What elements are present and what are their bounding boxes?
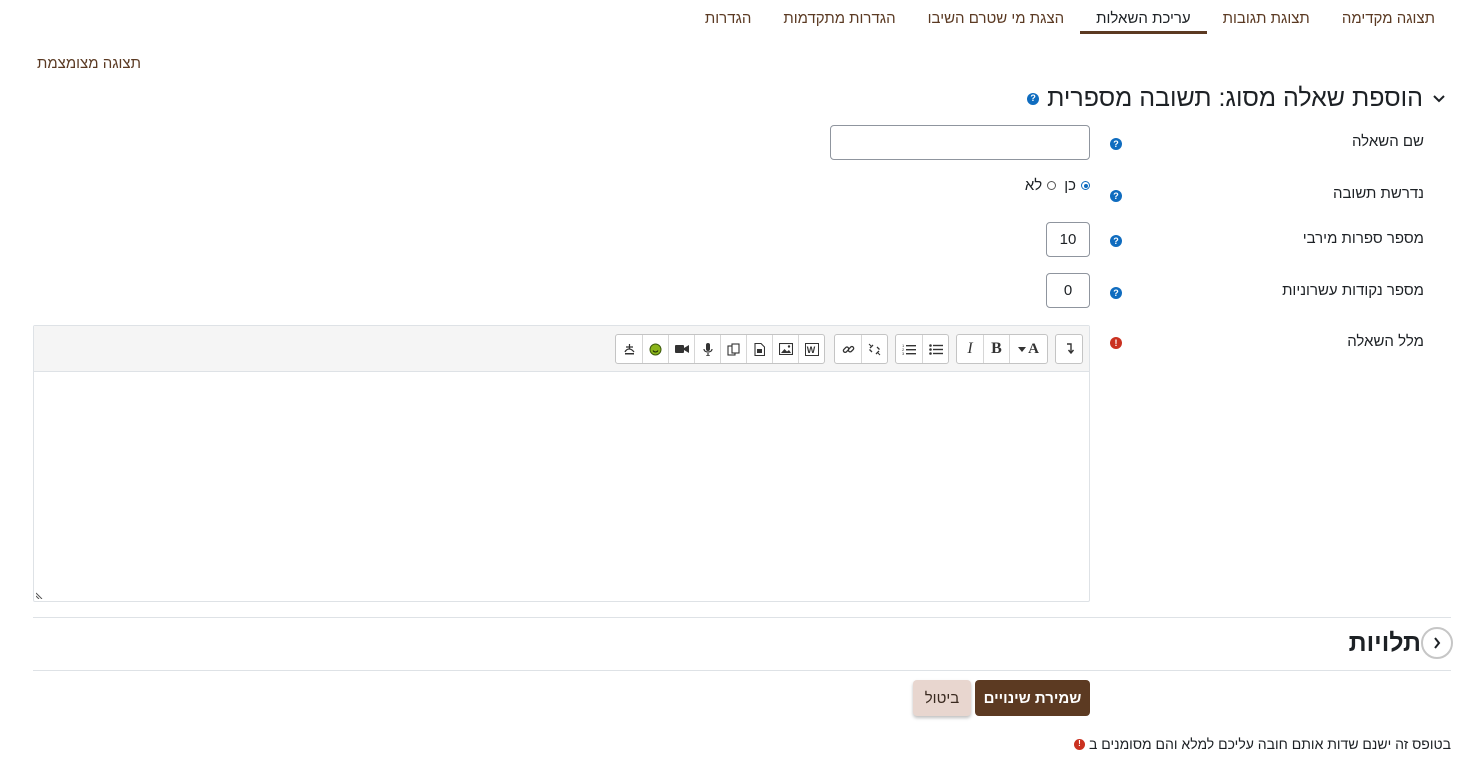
divider [33, 617, 1451, 618]
dependencies-section-header[interactable]: תלויות [1349, 627, 1453, 659]
required-fields-note: בטופס זה ישנם שדות אותם חובה עליכם למלא … [1074, 736, 1451, 752]
save-changes-button[interactable]: שמירת שינויים [975, 680, 1090, 716]
editor-content-area[interactable] [34, 372, 1089, 601]
help-icon[interactable]: ? [1027, 92, 1040, 105]
tab-preview[interactable]: תצוגה מקדימה [1326, 0, 1451, 36]
chevron-down-icon[interactable] [1431, 91, 1447, 107]
editor-toolbar: I B A 123 W [34, 326, 1089, 372]
italic-icon[interactable]: I [957, 335, 983, 363]
copy-icon[interactable] [720, 335, 746, 363]
unordered-list-icon[interactable] [922, 335, 948, 363]
radio-no[interactable] [1047, 181, 1057, 190]
section-header[interactable]: הוספת שאלה מסוג: תשובה מספרית ? [1027, 84, 1447, 113]
toolbar-group-lists: 123 [895, 334, 949, 364]
radio-yes[interactable] [1081, 181, 1090, 190]
decimal-places-input[interactable] [1046, 273, 1090, 308]
required-radio-group: כן לא [1025, 177, 1090, 194]
svg-text:3: 3 [902, 351, 905, 355]
link-icon[interactable] [835, 335, 861, 363]
required-no-option[interactable]: לא [1024, 177, 1057, 194]
tab-responses[interactable]: תצוגת תגובות [1207, 0, 1326, 36]
image-icon[interactable] [772, 335, 798, 363]
divider [33, 670, 1451, 671]
show-more-buttons-icon[interactable] [1056, 335, 1082, 363]
required-note-text: בטופס זה ישנם שדות אותם חובה עליכם למלא … [1089, 736, 1451, 752]
question-text-label: מלל השאלה [1347, 333, 1424, 350]
max-digits-input[interactable] [1046, 222, 1090, 257]
tab-non-respondents[interactable]: הצגת מי שטרם השיבו [912, 0, 1081, 36]
file-embed-icon[interactable] [746, 335, 772, 363]
required-yes-option[interactable]: כן [1064, 177, 1090, 194]
tab-settings[interactable]: הגדרות [689, 0, 767, 36]
accessibility-checker-icon[interactable] [616, 335, 642, 363]
resize-handle-icon[interactable] [36, 591, 44, 599]
bold-icon[interactable]: B [983, 335, 1009, 363]
required-icon: ! [1110, 337, 1122, 349]
record-video-icon[interactable] [668, 335, 694, 363]
tabs-nav: תצוגה מקדימה תצוגת תגובות עריכת השאלות ה… [689, 0, 1451, 36]
question-name-input[interactable] [830, 125, 1090, 160]
section-title: הוספת שאלה מסוג: תשובה מספרית [1047, 84, 1423, 112]
dependencies-title: תלויות [1348, 628, 1421, 657]
tab-advanced-settings[interactable]: הגדרות מתקדמות [767, 0, 911, 36]
ordered-list-icon[interactable]: 123 [896, 335, 922, 363]
toolbar-group-style: I B A [956, 334, 1048, 364]
toolbar-group-links [834, 334, 888, 364]
wiris-formula-icon[interactable]: W [798, 335, 824, 363]
decimal-places-label: מספר נקודות עשרוניות [1282, 282, 1424, 299]
rich-text-editor: I B A 123 W [33, 325, 1090, 602]
question-name-label: שם השאלה [1351, 133, 1424, 150]
tab-edit-questions[interactable]: עריכת השאלות [1080, 0, 1207, 36]
cancel-button[interactable]: ביטול [913, 680, 971, 716]
emoji-icon[interactable] [642, 335, 668, 363]
radio-yes-label: כן [1064, 177, 1076, 194]
font-style-icon[interactable]: A [1009, 335, 1047, 363]
svg-text:W: W [806, 345, 815, 355]
required-label: נדרשת תשובה [1332, 185, 1424, 202]
help-icon[interactable]: ? [1110, 138, 1122, 150]
radio-no-label: לא [1024, 177, 1043, 194]
help-icon[interactable]: ? [1110, 287, 1122, 299]
collapse-all-link[interactable]: תצוגה מצומצמת [37, 55, 141, 72]
toolbar-group-collapse [1055, 334, 1083, 364]
unlink-icon[interactable] [861, 335, 887, 363]
help-icon[interactable]: ? [1110, 235, 1122, 247]
toolbar-group-insert: W [615, 334, 825, 364]
chevron-right-icon[interactable] [1421, 627, 1453, 659]
required-icon: ! [1074, 738, 1085, 750]
max-digits-label: מספר ספרות מירבי [1302, 230, 1424, 247]
help-icon[interactable]: ? [1110, 190, 1122, 202]
record-audio-icon[interactable] [694, 335, 720, 363]
